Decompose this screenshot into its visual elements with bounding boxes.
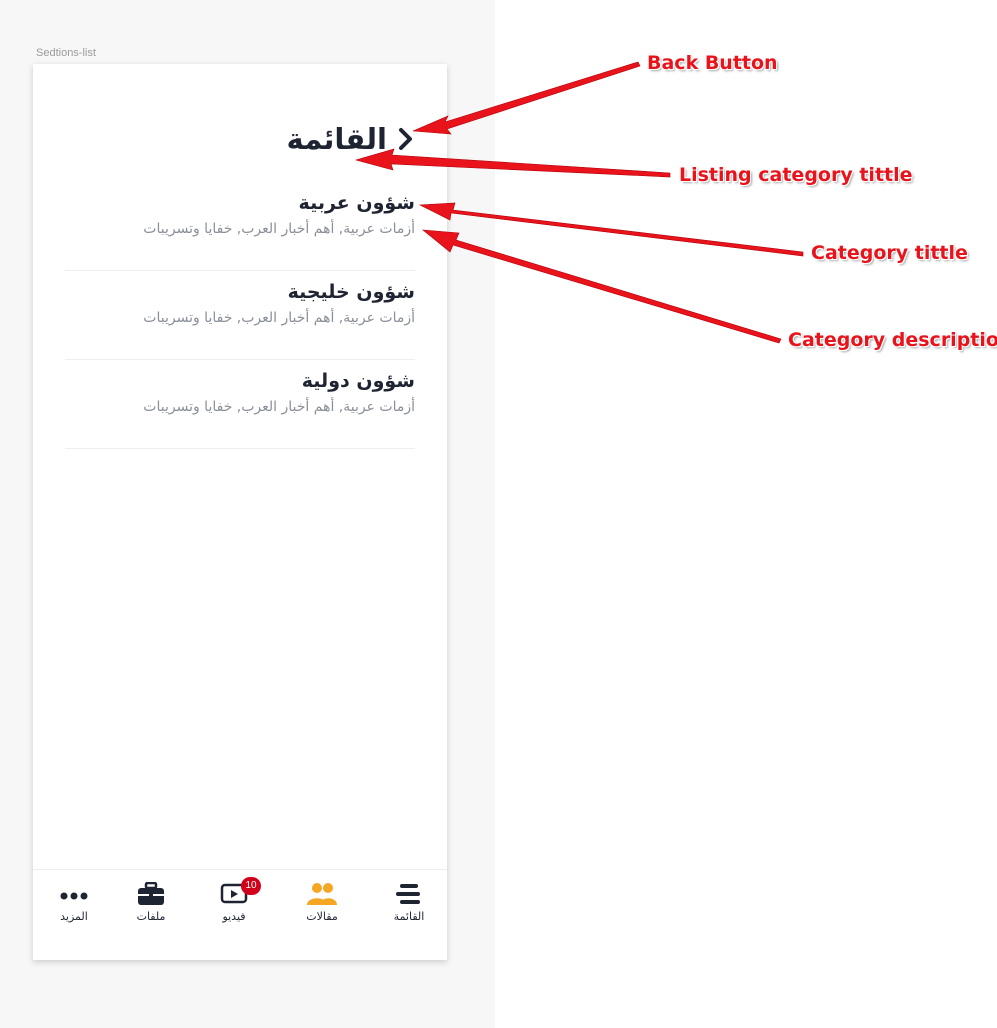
annotation-category-title: Category tittle [811,242,968,264]
notification-badge: 10 [241,877,261,895]
people-icon [307,883,337,905]
category-title: شؤون عربية [298,192,415,214]
tab-label: فيديو [222,910,246,923]
more-dots-icon [60,892,88,900]
tab-label: المزيد [60,910,88,923]
back-button[interactable] [395,124,417,154]
list-item[interactable]: شؤون خليجية أزمات عربية, أهم أخبار العرب… [65,271,415,360]
annotation-back-button: Back Button [647,52,778,74]
bottom-tab-bar: القائمة مقالات 10 فيديو ملفات المزيد [33,869,447,960]
page-header: القائمة [286,122,417,156]
annotation-category-description: Category description [788,329,997,351]
category-description: أزمات عربية, أهم أخبار العرب, خفايا وتسر… [143,310,415,326]
category-title: شؤون خليجية [287,281,415,303]
tab-label: القائمة [393,910,425,923]
menu-lines-icon [396,884,420,904]
page-title: القائمة [286,122,387,156]
briefcase-icon [138,882,164,905]
category-list: شؤون عربية أزمات عربية, أهم أخبار العرب,… [65,182,415,449]
tab-articles[interactable]: مقالات [287,882,357,923]
category-description: أزمات عربية, أهم أخبار العرب, خفايا وتسر… [143,399,415,415]
tab-more[interactable]: المزيد [39,882,109,923]
list-item[interactable]: شؤون دولية أزمات عربية, أهم أخبار العرب,… [65,360,415,449]
phone-screen: القائمة شؤون عربية أزمات عربية, أهم أخبا… [33,64,447,960]
category-title: شؤون دولية [301,370,415,392]
list-item[interactable]: شؤون عربية أزمات عربية, أهم أخبار العرب,… [65,182,415,271]
category-description: أزمات عربية, أهم أخبار العرب, خفايا وتسر… [143,221,415,237]
chevron-right-icon [399,128,412,150]
tab-menu[interactable]: القائمة [374,882,444,923]
annotation-listing-title: Listing category tittle [679,164,913,186]
tab-label: مقالات [306,910,338,923]
tab-video[interactable]: 10 فيديو [199,877,269,923]
frame-label: Sedtions-list [36,47,96,59]
tab-label: ملفات [136,910,166,923]
tab-files[interactable]: ملفات [116,882,186,923]
